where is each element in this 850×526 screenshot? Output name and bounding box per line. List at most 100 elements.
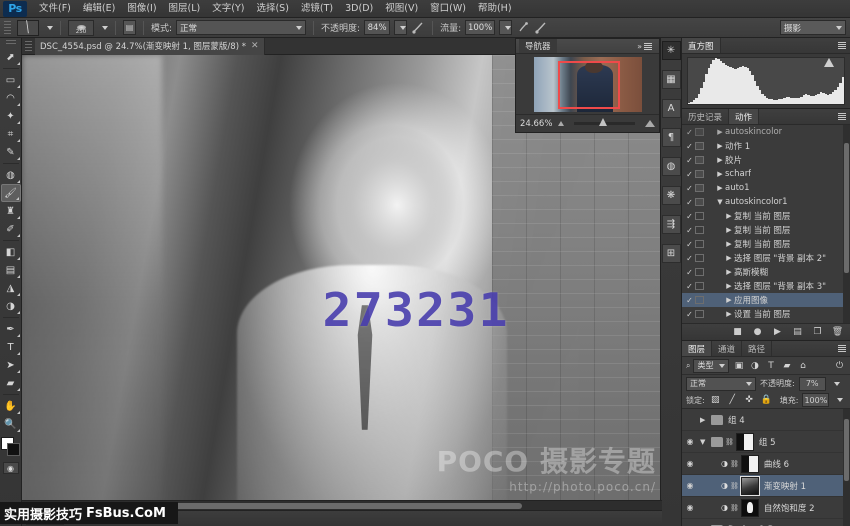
airbrush-icon[interactable] — [516, 21, 530, 35]
marquee-tool[interactable]: ▭ — [1, 71, 21, 89]
layer-mask-thumbnail[interactable] — [741, 455, 759, 473]
color-swatches[interactable] — [1, 437, 21, 457]
actions-row[interactable]: ✓▶设置 当前 图层 — [682, 307, 850, 321]
action-expand-arrow-icon[interactable]: ▶ — [724, 226, 734, 234]
action-expand-arrow-icon[interactable]: ▶ — [715, 128, 725, 136]
menu-item-8[interactable]: 视图(V) — [379, 0, 424, 18]
actions-row[interactable]: ✓▶选择 图层 "背景 副本 2" — [682, 321, 850, 323]
layer-thumbnail[interactable] — [741, 477, 759, 495]
zoom-out-icon[interactable] — [558, 121, 564, 126]
link-icon[interactable]: ⛓ — [725, 438, 734, 446]
action-dialog-toggle[interactable] — [695, 282, 704, 290]
layer-opacity-input[interactable]: 7% — [799, 377, 826, 391]
actions-scrollbar[interactable] — [843, 125, 850, 323]
action-expand-arrow-icon[interactable]: ▶ — [715, 142, 725, 150]
action-dialog-toggle[interactable] — [695, 170, 704, 178]
lock-transparent-icon[interactable]: ▨ — [709, 394, 722, 407]
action-enabled-check[interactable]: ✓ — [684, 282, 695, 291]
layer-row[interactable]: ◉◑⛓曲线 6 — [682, 453, 850, 475]
action-expand-arrow-icon[interactable]: ▶ — [715, 156, 725, 164]
filter-smart-icon[interactable]: ⌂ — [796, 359, 809, 372]
actions-row[interactable]: ✓▶高斯模糊 — [682, 265, 850, 279]
properties-icon[interactable]: ⇶ — [662, 215, 681, 234]
action-dialog-toggle[interactable] — [695, 226, 704, 234]
layer-fill-input[interactable]: 100% — [802, 393, 829, 407]
close-icon[interactable]: ✕ — [251, 41, 259, 51]
actions-list[interactable]: ✓▶autoskincolor✓▶动作 1✓▶胶片✓▶scharf✓▶auto1… — [682, 125, 850, 323]
layers-list[interactable]: ▶组 4◉▼⛓组 5◉◑⛓曲线 6◉◑⛓渐变映射 1◉◑⛓自然饱和度 2◉▼Do… — [682, 409, 850, 526]
lock-image-icon[interactable]: ╱ — [726, 394, 739, 407]
filter-shape-icon[interactable]: ▰ — [780, 359, 793, 372]
eraser-tool[interactable]: ◧ — [1, 243, 21, 261]
opacity-slider-toggle[interactable] — [394, 20, 407, 35]
move-tool[interactable]: ⬈ — [1, 48, 21, 66]
action-enabled-check[interactable]: ✓ — [684, 156, 695, 165]
layer-visibility-icon[interactable]: ◉ — [684, 481, 696, 490]
action-enabled-check[interactable]: ✓ — [684, 268, 695, 277]
flow-slider-toggle[interactable] — [499, 20, 512, 35]
gradient-tool[interactable]: ▤ — [1, 261, 21, 279]
new-set-button[interactable]: ▤ — [792, 327, 803, 338]
action-expand-arrow-icon[interactable]: ▶ — [715, 170, 725, 178]
layer-row[interactable]: ◉◑⛓自然饱和度 2 — [682, 497, 850, 519]
search-icon[interactable]: ⌕ — [686, 361, 690, 371]
quick-mask-toggle[interactable]: ◉ — [3, 462, 19, 474]
tab-动作[interactable]: 动作 — [729, 109, 759, 124]
options-grip[interactable] — [4, 21, 11, 35]
layer-visibility-icon[interactable]: ◉ — [684, 459, 696, 468]
tab-通道[interactable]: 通道 — [712, 341, 742, 356]
eyedropper-tool[interactable]: ✎ — [1, 143, 21, 161]
clone-stamp-tool[interactable]: ♜ — [1, 202, 21, 220]
filter-pixel-icon[interactable]: ▣ — [732, 359, 745, 372]
link-icon[interactable]: ⛓ — [730, 504, 739, 512]
layer-row[interactable]: ◉◑⛓渐变映射 1 — [682, 475, 850, 497]
filter-adjustment-icon[interactable]: ◑ — [748, 359, 761, 372]
action-expand-arrow-icon[interactable]: ▶ — [724, 310, 734, 318]
action-expand-arrow-icon[interactable]: ▼ — [715, 198, 725, 206]
menu-item-10[interactable]: 帮助(H) — [472, 0, 518, 18]
character-icon[interactable]: A — [662, 99, 681, 118]
actions-row[interactable]: ✓▶复制 当前 图层 — [682, 237, 850, 251]
actions-row[interactable]: ✓▶autoskincolor — [682, 125, 850, 139]
panel-menu-icon[interactable] — [838, 345, 846, 352]
play-button[interactable]: ▶ — [772, 327, 783, 338]
layers-scrollbar[interactable] — [843, 409, 850, 526]
tab-histogram[interactable]: 直方图 — [682, 38, 721, 53]
stop-button[interactable]: ■ — [732, 327, 743, 338]
layer-expand-arrow-icon[interactable]: ▼ — [700, 438, 709, 446]
zoom-in-icon[interactable] — [645, 120, 655, 127]
menu-item-4[interactable]: 文字(Y) — [206, 0, 250, 18]
layer-row[interactable]: ◉▼⛓组 5 — [682, 431, 850, 453]
hand-tool[interactable]: ✋ — [1, 397, 21, 415]
delete-button[interactable]: 🗑 — [832, 327, 843, 338]
record-button[interactable]: ● — [752, 327, 763, 338]
actions-row[interactable]: ✓▼autoskincolor1 — [682, 195, 850, 209]
flow-input[interactable]: 100% — [465, 20, 495, 35]
action-expand-arrow-icon[interactable]: ▶ — [724, 254, 734, 262]
action-enabled-check[interactable]: ✓ — [684, 212, 695, 221]
layer-opacity-chevron-icon[interactable] — [834, 382, 840, 386]
actions-row[interactable]: ✓▶复制 当前 图层 — [682, 223, 850, 237]
action-enabled-check[interactable]: ✓ — [684, 226, 695, 235]
layer-visibility-icon[interactable]: ◉ — [684, 503, 696, 512]
type-tool[interactable]: T — [1, 338, 21, 356]
action-enabled-check[interactable]: ✓ — [684, 310, 695, 319]
flow-pressure-icon[interactable] — [534, 21, 548, 35]
link-icon[interactable]: ⛓ — [730, 460, 739, 468]
layer-expand-arrow-icon[interactable]: ▶ — [700, 416, 709, 424]
action-dialog-toggle[interactable] — [695, 156, 704, 164]
opacity-pressure-icon[interactable] — [411, 21, 425, 35]
navigator-view-rect[interactable] — [558, 61, 620, 109]
blend-mode-select[interactable]: 正常 — [176, 20, 306, 35]
action-enabled-check[interactable]: ✓ — [684, 142, 695, 151]
action-dialog-toggle[interactable] — [695, 212, 704, 220]
layer-filter-type-select[interactable]: 类型 — [693, 359, 729, 373]
action-enabled-check[interactable]: ✓ — [684, 170, 695, 179]
actions-row[interactable]: ✓▶选择 图层 "背景 副本 3" — [682, 279, 850, 293]
actions-row[interactable]: ✓▶scharf — [682, 167, 850, 181]
adjustments-icon[interactable]: ✳ — [662, 41, 681, 60]
menu-item-6[interactable]: 滤镜(T) — [295, 0, 339, 18]
filter-toggle-switch[interactable]: ⏻ — [833, 359, 846, 372]
zoom-slider-handle[interactable] — [599, 118, 607, 126]
brush-tool-chevron-icon[interactable] — [47, 26, 53, 30]
